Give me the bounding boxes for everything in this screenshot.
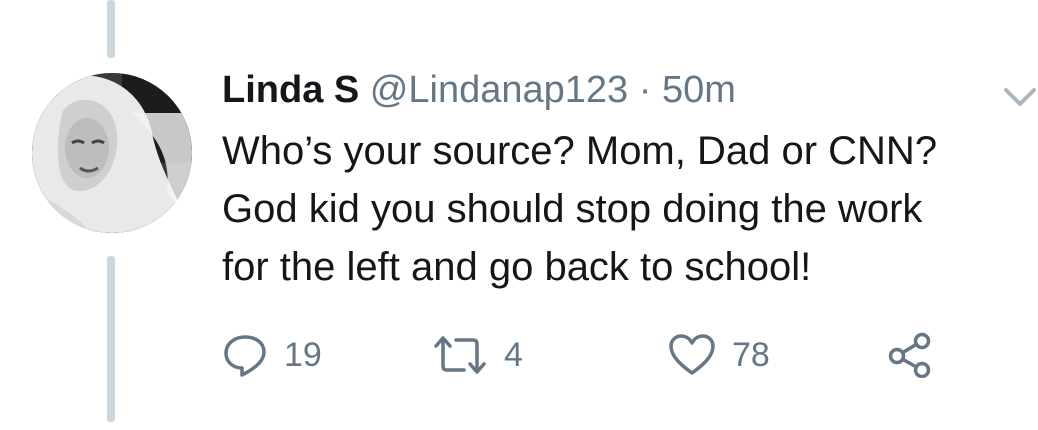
thread-line-top	[107, 0, 115, 58]
tweet-text-line: for the left and go back to school!	[222, 245, 812, 289]
avatar-image	[32, 73, 192, 233]
header-separator: ·	[638, 69, 652, 111]
avatar[interactable]	[32, 73, 192, 233]
reply-button[interactable]: 19	[222, 330, 322, 380]
tweet-text-line: Who’s your source? Mom, Dad or CNN?	[222, 129, 938, 173]
retweet-button[interactable]: 4	[432, 330, 523, 380]
retweet-icon	[432, 332, 488, 378]
reply-icon	[222, 332, 268, 378]
share-icon	[886, 332, 934, 378]
like-button[interactable]: 78	[668, 330, 770, 380]
share-button[interactable]	[886, 330, 934, 380]
retweet-count: 4	[504, 335, 523, 374]
thread-line-bottom	[107, 256, 115, 422]
tweet-timestamp[interactable]: 50m	[662, 69, 736, 111]
author-handle[interactable]: @Lindanap123	[370, 69, 628, 111]
chevron-down-icon[interactable]	[1000, 82, 1038, 110]
tweet-header: Linda S @Lindanap123 · 50m	[222, 66, 736, 114]
like-count: 78	[732, 335, 770, 374]
author-name[interactable]: Linda S	[222, 69, 359, 111]
tweet-text-line: God kid you should stop doing the work	[222, 187, 923, 231]
reply-count: 19	[284, 335, 322, 374]
tweet-text: Who’s your source? Mom, Dad or CNN? God …	[222, 122, 1022, 296]
tweet-card[interactable]: Linda S @Lindanap123 · 50m Who’s your so…	[0, 0, 1038, 430]
heart-icon	[668, 333, 716, 377]
